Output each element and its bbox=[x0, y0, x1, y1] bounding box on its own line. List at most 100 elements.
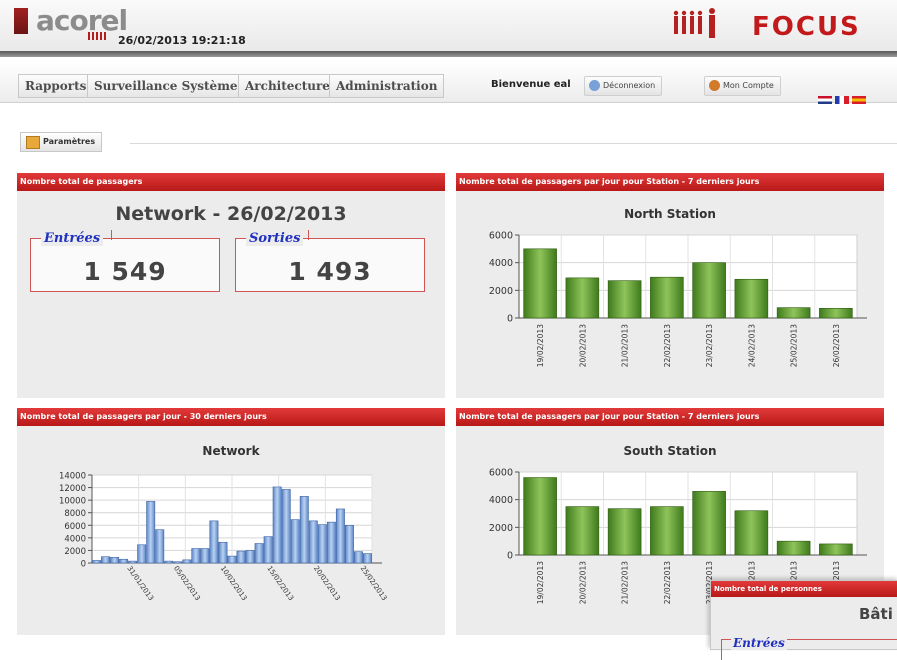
tab-rapports[interactable]: Rapports bbox=[18, 74, 94, 98]
flag-uk-icon[interactable] bbox=[818, 96, 832, 104]
bar bbox=[254, 543, 264, 564]
logo-text: acorel bbox=[36, 4, 128, 37]
x-tick-label: 19/02/2013 bbox=[536, 324, 545, 367]
bar bbox=[650, 276, 684, 319]
entries-label: Entrées bbox=[41, 231, 104, 246]
bar bbox=[565, 506, 600, 556]
tab-architecture[interactable]: Architecture bbox=[238, 74, 337, 98]
current-datetime: 26/02/2013 19:21:18 bbox=[118, 34, 246, 47]
exits-box: Sorties 1 493 bbox=[235, 230, 425, 292]
x-tick-label: 21/02/2013 bbox=[621, 324, 630, 367]
app-header: acorel 26/02/2013 19:21:18 FOCUS bbox=[0, 0, 897, 52]
y-tick-label: 4000 bbox=[64, 534, 86, 544]
x-tick-label: 05/02/2013 bbox=[172, 565, 202, 603]
bar bbox=[607, 280, 642, 319]
bar bbox=[734, 278, 769, 319]
network-date-title: Network - 26/02/2013 bbox=[115, 203, 347, 225]
bar bbox=[692, 262, 726, 319]
bar bbox=[523, 248, 557, 319]
bar bbox=[146, 501, 156, 564]
y-tick-label: 14000 bbox=[59, 472, 86, 482]
x-tick-label: 20/02/2013 bbox=[578, 324, 587, 367]
y-tick-label: 10000 bbox=[59, 497, 86, 507]
bar bbox=[353, 551, 363, 564]
entries-value: 1 549 bbox=[83, 257, 167, 286]
popup-title: Bâti bbox=[859, 605, 893, 623]
bar bbox=[317, 524, 327, 564]
bar bbox=[182, 559, 192, 564]
panel-header: Nombre total de personnes bbox=[711, 581, 897, 597]
bar bbox=[819, 308, 853, 319]
y-tick-label: 2000 bbox=[489, 286, 513, 297]
bar bbox=[523, 477, 557, 556]
bar bbox=[819, 543, 853, 556]
y-tick-label: 12000 bbox=[59, 484, 86, 494]
tab-administration[interactable]: Administration bbox=[329, 74, 445, 98]
building-popup-panel[interactable]: Nombre total de personnes Bâti Entrées bbox=[710, 580, 897, 660]
account-label: Mon Compte bbox=[723, 81, 774, 90]
people-icon bbox=[673, 8, 715, 38]
bar bbox=[607, 508, 642, 556]
bar bbox=[363, 553, 372, 564]
north-station-panel: Nombre total de passagers par jour pour … bbox=[456, 173, 884, 398]
total-passengers-panel: Nombre total de passagers Network - 26/0… bbox=[17, 173, 445, 398]
logo-bars bbox=[88, 32, 106, 40]
bar bbox=[734, 510, 769, 556]
y-tick-label: 6000 bbox=[489, 231, 513, 242]
bar bbox=[200, 548, 210, 564]
logout-icon bbox=[589, 80, 600, 91]
y-tick-label: 4000 bbox=[489, 495, 513, 506]
bar bbox=[164, 560, 174, 564]
x-tick-label: 22/02/2013 bbox=[663, 324, 672, 367]
x-tick-label: 10/02/2013 bbox=[219, 565, 249, 603]
bar bbox=[335, 508, 345, 564]
account-icon bbox=[709, 80, 720, 91]
bar bbox=[227, 555, 237, 564]
tab-surveillance-systeme[interactable]: Surveillance Système bbox=[87, 74, 245, 98]
bar bbox=[263, 536, 273, 564]
bar bbox=[776, 540, 811, 556]
bar bbox=[308, 520, 318, 564]
y-tick-label: 0 bbox=[507, 314, 513, 325]
bar bbox=[92, 560, 101, 564]
bar bbox=[119, 558, 129, 564]
parametres-tab[interactable]: Paramètres bbox=[20, 132, 103, 152]
y-tick-label: 2000 bbox=[64, 547, 86, 557]
flag-es-icon[interactable] bbox=[852, 96, 866, 104]
x-tick-label: 22/02/2013 bbox=[663, 561, 672, 604]
bar bbox=[776, 307, 811, 319]
y-tick-label: 0 bbox=[507, 551, 513, 562]
bar bbox=[299, 496, 309, 564]
parametres-label: Paramètres bbox=[43, 137, 96, 146]
bar bbox=[290, 519, 300, 564]
network-30-days-panel: Nombre total de passagers par jour - 30 … bbox=[17, 408, 445, 635]
x-tick-label: 24/02/2013 bbox=[747, 324, 756, 367]
x-tick-label: 20/02/2013 bbox=[312, 565, 342, 603]
y-tick-label: 8000 bbox=[64, 509, 86, 519]
exits-label: Sorties bbox=[246, 231, 304, 246]
x-tick-label: 21/02/2013 bbox=[621, 561, 630, 604]
focus-brand: FOCUS bbox=[752, 12, 861, 42]
x-tick-label: 25/02/2013 bbox=[790, 324, 799, 367]
bar bbox=[110, 557, 120, 564]
logo-mark bbox=[14, 8, 28, 34]
bar bbox=[101, 556, 111, 564]
y-tick-label: 4000 bbox=[489, 258, 513, 269]
exits-value: 1 493 bbox=[288, 257, 372, 286]
flag-fr-icon[interactable] bbox=[835, 96, 849, 104]
bar bbox=[281, 489, 291, 564]
bar bbox=[209, 520, 219, 564]
param-divider bbox=[130, 143, 897, 144]
entries-box: Entrées 1 549 bbox=[30, 230, 220, 292]
bar bbox=[344, 524, 354, 564]
account-button[interactable]: Mon Compte bbox=[704, 76, 781, 96]
y-tick-label: 2000 bbox=[489, 523, 513, 534]
bar bbox=[650, 506, 684, 556]
network-30-days-chart: 14000 12000 10000 8000 6000 4000 2000 0 31/01/20… bbox=[59, 472, 388, 603]
bar bbox=[565, 277, 600, 319]
logout-label: Déconnexion bbox=[603, 81, 656, 90]
logout-button[interactable]: Déconnexion bbox=[584, 76, 663, 96]
north-station-chart: 6000 4000 2000 0 19/02/2013 20/02/2013 21/02/2… bbox=[489, 231, 867, 367]
welcome-text: Bienvenue eal bbox=[491, 79, 571, 90]
bar bbox=[191, 548, 201, 564]
